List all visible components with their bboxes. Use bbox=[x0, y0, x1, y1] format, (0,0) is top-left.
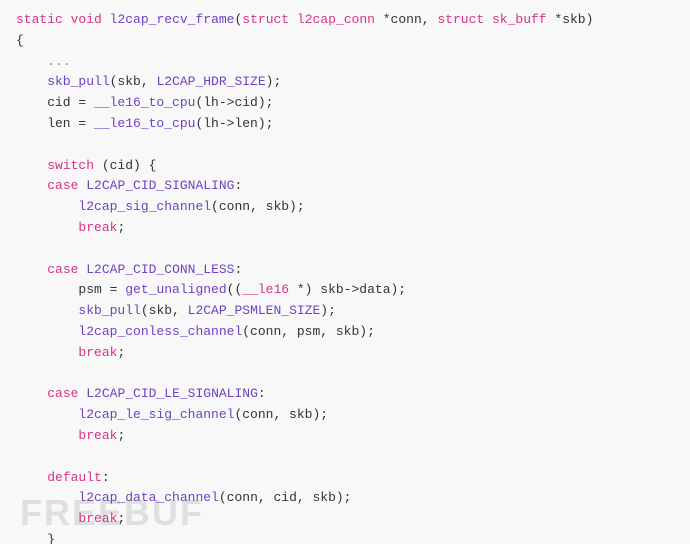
code-line: skb_pull(skb, L2CAP_PSMLEN_SIZE); bbox=[16, 301, 674, 322]
code-line: l2cap_sig_channel(conn, skb); bbox=[16, 197, 674, 218]
code-line bbox=[16, 239, 674, 260]
code-line: break; bbox=[16, 218, 674, 239]
code-line: ... bbox=[16, 52, 674, 73]
code-line: l2cap_data_channel(conn, cid, skb); bbox=[16, 488, 674, 509]
code-line bbox=[16, 135, 674, 156]
code-line: static void l2cap_recv_frame(struct l2ca… bbox=[16, 10, 674, 31]
code-line: psm = get_unaligned((__le16 *) skb->data… bbox=[16, 280, 674, 301]
code-line: default: bbox=[16, 468, 674, 489]
code-line: case L2CAP_CID_SIGNALING: bbox=[16, 176, 674, 197]
code-line: switch (cid) { bbox=[16, 156, 674, 177]
code-line: case L2CAP_CID_LE_SIGNALING: bbox=[16, 384, 674, 405]
code-line: case L2CAP_CID_CONN_LESS: bbox=[16, 260, 674, 281]
code-line: break; bbox=[16, 343, 674, 364]
code-line: skb_pull(skb, L2CAP_HDR_SIZE); bbox=[16, 72, 674, 93]
code-line: break; bbox=[16, 509, 674, 530]
code-line: } bbox=[16, 530, 674, 544]
code-line: break; bbox=[16, 426, 674, 447]
code-line bbox=[16, 364, 674, 385]
code-block: static void l2cap_recv_frame(struct l2ca… bbox=[0, 0, 690, 544]
code-line: { bbox=[16, 31, 674, 52]
code-line bbox=[16, 447, 674, 468]
code-line: l2cap_le_sig_channel(conn, skb); bbox=[16, 405, 674, 426]
code-line: cid = __le16_to_cpu(lh->cid); bbox=[16, 93, 674, 114]
code-line: l2cap_conless_channel(conn, psm, skb); bbox=[16, 322, 674, 343]
code-line: len = __le16_to_cpu(lh->len); bbox=[16, 114, 674, 135]
